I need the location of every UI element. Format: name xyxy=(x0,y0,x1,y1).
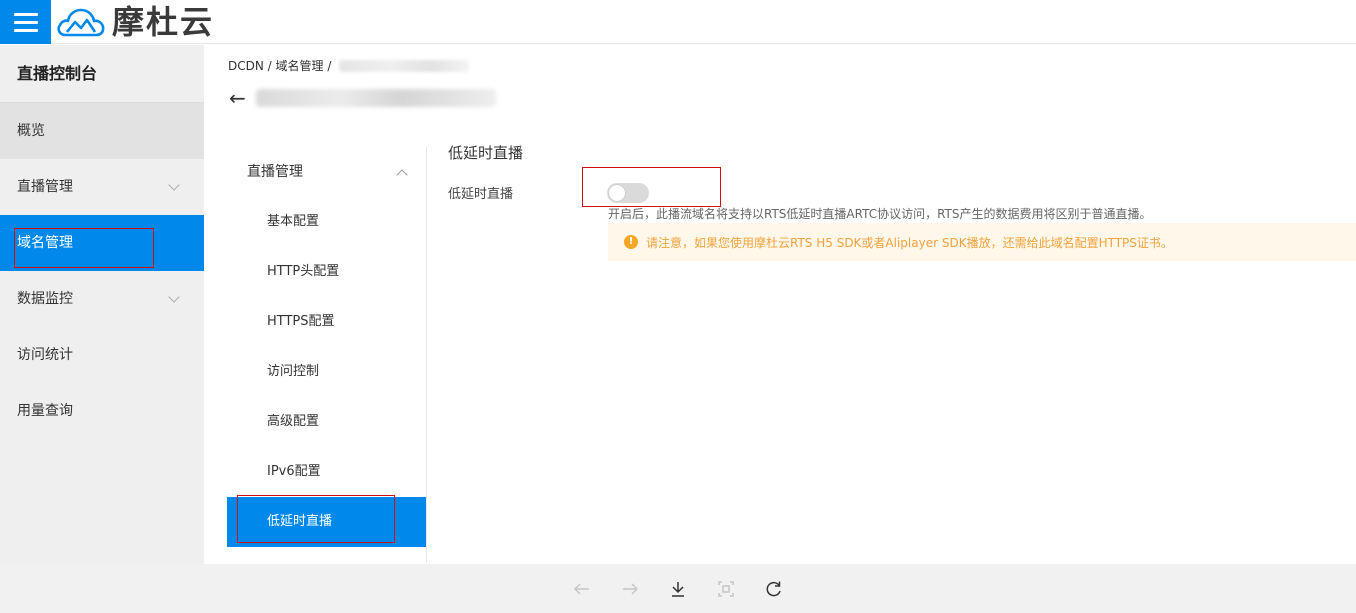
breadcrumb-separator: / xyxy=(263,58,276,73)
sidebar-item-live-management[interactable]: 直播管理 xyxy=(0,159,204,215)
chevron-down-icon xyxy=(168,179,180,191)
redacted-page-title xyxy=(255,89,496,107)
chevron-down-icon xyxy=(168,291,180,303)
sidebar: 直播控制台 概览 直播管理 域名管理 数据监控 访问统计 用量查询 xyxy=(0,45,204,564)
sidebar-title: 直播控制台 xyxy=(0,45,204,103)
sidebar-item-label: 用量查询 xyxy=(17,403,73,419)
submenu-item-advanced-config[interactable]: 高级配置 xyxy=(227,397,426,447)
cloud-logo-icon xyxy=(57,8,105,37)
toggle-knob xyxy=(609,185,625,201)
sidebar-item-label: 直播管理 xyxy=(17,179,73,195)
download-button[interactable] xyxy=(654,573,702,605)
hamburger-icon xyxy=(13,12,38,16)
breadcrumb-separator: / xyxy=(323,58,336,73)
bottom-toolbar xyxy=(0,564,1356,613)
sidebar-item-access-stats[interactable]: 访问统计 xyxy=(0,327,204,383)
arrow-left-icon[interactable]: ← xyxy=(229,88,246,108)
submenu-item-http-header-config[interactable]: HTTP头配置 xyxy=(227,247,426,297)
breadcrumb-domain-management[interactable]: 域名管理 xyxy=(276,57,324,74)
top-bar: 摩杜云 xyxy=(0,0,1356,44)
fit-screen-button[interactable] xyxy=(702,573,750,605)
sidebar-item-usage-query[interactable]: 用量查询 xyxy=(0,383,204,439)
sub-menu: 直播管理 基本配置 HTTP头配置 HTTPS配置 访问控制 高级配置 IPv6… xyxy=(227,147,427,563)
sidebar-item-label: 数据监控 xyxy=(17,291,73,307)
notice-text: 请注意，如果您使用摩杜云RTS H5 SDK或者Aliplayer SDK播放，… xyxy=(646,235,1173,250)
sidebar-item-overview[interactable]: 概览 xyxy=(0,103,204,159)
submenu-item-access-control[interactable]: 访问控制 xyxy=(227,347,426,397)
sidebar-item-domain-management[interactable]: 域名管理 xyxy=(0,215,204,271)
highlight-box xyxy=(582,167,721,207)
submenu-group-live-management[interactable]: 直播管理 xyxy=(227,147,426,197)
sidebar-item-label: 概览 xyxy=(17,123,45,139)
redacted-domain xyxy=(339,59,470,72)
sidebar-item-data-monitoring[interactable]: 数据监控 xyxy=(0,271,204,327)
low-latency-toggle[interactable] xyxy=(607,183,649,203)
refresh-button[interactable] xyxy=(750,573,798,605)
low-latency-description: 开启后，此播流域名将支持以RTS低延时直播ARTC协议访问，RTS产生的数据费用… xyxy=(608,207,1152,221)
section-title: 低延时直播 xyxy=(448,144,524,162)
brand-name: 摩杜云 xyxy=(112,3,215,41)
submenu-item-basic-config[interactable]: 基本配置 xyxy=(227,197,426,247)
submenu-item-ipv6-config[interactable]: IPv6配置 xyxy=(227,447,426,497)
warning-icon: ! xyxy=(624,235,638,249)
forward-button[interactable] xyxy=(606,573,654,605)
page-header: ← xyxy=(229,84,496,112)
breadcrumb-root[interactable]: DCDN xyxy=(228,59,264,73)
back-button[interactable] xyxy=(558,573,606,605)
forward-arrow-icon xyxy=(623,582,639,595)
breadcrumb: DCDN / 域名管理 / xyxy=(228,57,470,74)
submenu-group-label: 直播管理 xyxy=(247,164,303,180)
logo[interactable]: 摩杜云 xyxy=(56,2,214,42)
refresh-icon xyxy=(766,581,781,596)
submenu-item-low-latency-live[interactable]: 低延时直播 xyxy=(227,497,426,547)
menu-button[interactable] xyxy=(0,0,51,44)
submenu-item-https-config[interactable]: HTTPS配置 xyxy=(227,297,426,347)
fit-screen-icon xyxy=(718,580,734,597)
chevron-up-icon xyxy=(396,169,408,181)
sidebar-item-label: 域名管理 xyxy=(17,235,73,251)
back-arrow-icon xyxy=(573,582,589,595)
low-latency-label: 低延时直播 xyxy=(448,187,514,202)
https-notice: ! 请注意，如果您使用摩杜云RTS H5 SDK或者Aliplayer SDK播… xyxy=(608,223,1356,261)
download-icon xyxy=(672,581,684,597)
sidebar-item-label: 访问统计 xyxy=(17,347,73,363)
